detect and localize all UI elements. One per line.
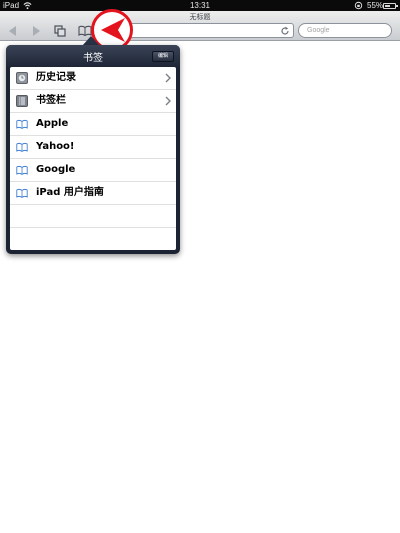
bookmark-item-yahoo[interactable]: Yahoo!	[10, 136, 176, 159]
bookmark-label: iPad 用户指南	[36, 187, 104, 198]
bookmark-label: 历史记录	[36, 72, 76, 83]
bookmark-label: Apple	[36, 118, 69, 129]
battery-icon	[383, 3, 398, 9]
bookmark-item-bookmarks-bar[interactable]: 书签栏	[10, 90, 176, 113]
pointer-arrow-icon	[101, 18, 125, 42]
browser-toolbar: 无标题 Google	[0, 11, 400, 41]
reload-icon[interactable]	[280, 26, 290, 36]
popover-header: 书签 编辑	[6, 45, 180, 67]
bookmark-icon	[16, 119, 28, 129]
bookmark-label: Google	[36, 164, 76, 175]
bookmark-list: 历史记录 书签栏 Apple Yahoo! Google iPad 用户指南	[10, 67, 176, 250]
folder-icon	[16, 95, 28, 107]
bookmark-icon	[16, 165, 28, 175]
battery-fill	[385, 5, 390, 7]
bookmark-item-google[interactable]: Google	[10, 159, 176, 182]
bookmark-icon	[16, 142, 28, 152]
page-title: 无标题	[189, 13, 211, 21]
bookmark-label: Yahoo!	[36, 141, 75, 152]
bookmark-icon	[16, 188, 28, 198]
rotation-lock-icon	[354, 1, 363, 10]
forward-button[interactable]	[30, 25, 42, 37]
address-field[interactable]	[120, 23, 294, 38]
battery-percent: 55%	[367, 1, 384, 10]
bookmark-label: 书签栏	[36, 95, 66, 106]
history-icon	[16, 72, 28, 84]
chevron-right-icon	[165, 96, 171, 106]
bookmark-item-ipad-guide[interactable]: iPad 用户指南	[10, 182, 176, 205]
bookmark-item-history[interactable]: 历史记录	[10, 67, 176, 90]
back-button[interactable]	[7, 25, 19, 37]
edit-button[interactable]: 编辑	[152, 51, 174, 62]
battery-nub	[396, 5, 398, 7]
safari-screen: iPad 13:31 55% 无标题 Google 书签 编辑 历史记录 书签栏…	[0, 0, 400, 533]
pages-button[interactable]	[54, 25, 66, 37]
status-bar: iPad 13:31 55%	[0, 0, 400, 11]
bookmarks-popover: 书签 编辑 历史记录 书签栏 Apple Yahoo! Google iPad …	[6, 45, 180, 254]
chevron-right-icon	[165, 73, 171, 83]
empty-row	[10, 205, 176, 228]
search-input[interactable]: Google	[298, 23, 392, 38]
status-time: 13:31	[189, 1, 211, 10]
bookmark-item-apple[interactable]: Apple	[10, 113, 176, 136]
